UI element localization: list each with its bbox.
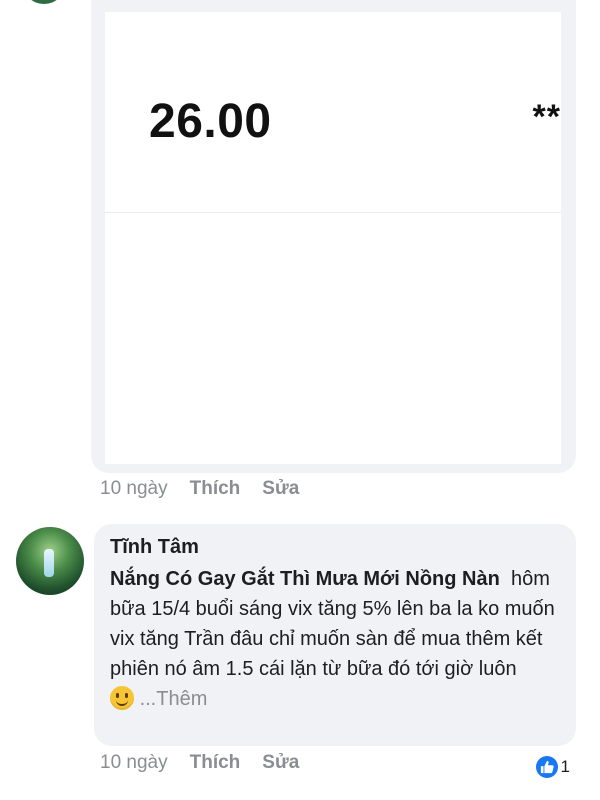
edit-button[interactable]: Sửa <box>262 478 299 500</box>
waterfall-image <box>44 549 54 577</box>
image-divider <box>105 212 561 213</box>
comment-bubble: Tĩnh Tâm Nắng Có Gay Gắt Thì Mưa Mới Nồn… <box>94 524 576 746</box>
image-value-text: 26.00 <box>149 95 272 148</box>
comment-author[interactable]: Tĩnh Tâm <box>110 536 199 559</box>
grinning-face-emoji-icon <box>110 686 134 710</box>
comment-time[interactable]: 10 ngày <box>100 752 168 774</box>
like-icon <box>535 756 558 778</box>
reaction-summary[interactable]: 1 <box>535 756 570 778</box>
like-button[interactable]: Thích <box>190 752 241 774</box>
comment-text: Nắng Có Gay Gắt Thì Mưa Mới Nồng Nàn hôm… <box>110 564 565 714</box>
attachment-image[interactable]: 26.00 ** <box>105 12 561 464</box>
comment-time[interactable]: 10 ngày <box>100 478 168 500</box>
image-marker-text: ** <box>532 98 561 136</box>
avatar[interactable] <box>16 527 84 595</box>
comment-actions: 10 ngày Thích Sửa <box>100 752 321 774</box>
avatar-previous[interactable] <box>22 0 66 4</box>
reaction-count: 1 <box>560 757 570 776</box>
see-more-link[interactable]: ...Thêm <box>140 688 208 710</box>
tagged-name[interactable]: Nắng Có Gay Gắt Thì Mưa Mới Nồng Nàn <box>110 568 500 590</box>
edit-button[interactable]: Sửa <box>262 752 299 774</box>
comment-actions: 10 ngày Thích Sửa <box>100 478 321 500</box>
like-button[interactable]: Thích <box>190 478 241 500</box>
